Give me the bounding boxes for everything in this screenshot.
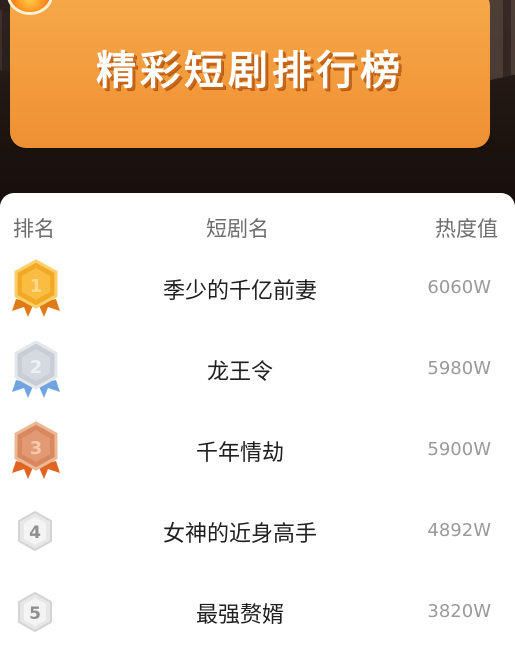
heat-value: 3820W [427, 601, 491, 622]
heat-value: 5900W [427, 439, 491, 460]
drama-title[interactable]: 季少的千亿前妻 [0, 273, 480, 305]
table-row[interactable]: 2 龙王令 5980W [0, 340, 515, 400]
ranking-banner: 精彩短剧排行榜 [10, 0, 490, 148]
table-row[interactable]: 3 千年情劫 5900W [0, 421, 515, 481]
table-row[interactable]: 1 季少的千亿前妻 6060W [0, 259, 515, 319]
ranking-panel: 排名 短剧名 热度值 1 季少的千亿前妻 6060W 2 龙王令 5980W 3… [0, 193, 515, 653]
heat-value: 6060W [427, 277, 491, 298]
table-row[interactable]: 4 女神的近身高手 4892W [0, 502, 515, 562]
heat-value: 4892W [427, 520, 491, 541]
drama-title[interactable]: 千年情劫 [0, 435, 480, 467]
drama-title[interactable]: 龙王令 [0, 354, 480, 386]
drama-title[interactable]: 最强赘婿 [0, 597, 480, 629]
table-row[interactable]: 5 最强赘婿 3820W [0, 583, 515, 643]
heat-value: 5980W [427, 358, 491, 379]
hero-header: 精彩短剧排行榜 [0, 0, 515, 205]
column-header-heat: 热度值 [435, 217, 498, 241]
page-title: 精彩短剧排行榜 [96, 48, 404, 94]
drama-title[interactable]: 女神的近身高手 [0, 516, 480, 548]
column-header-name: 短剧名 [206, 217, 269, 241]
table-header: 排名 短剧名 热度值 [0, 213, 515, 243]
